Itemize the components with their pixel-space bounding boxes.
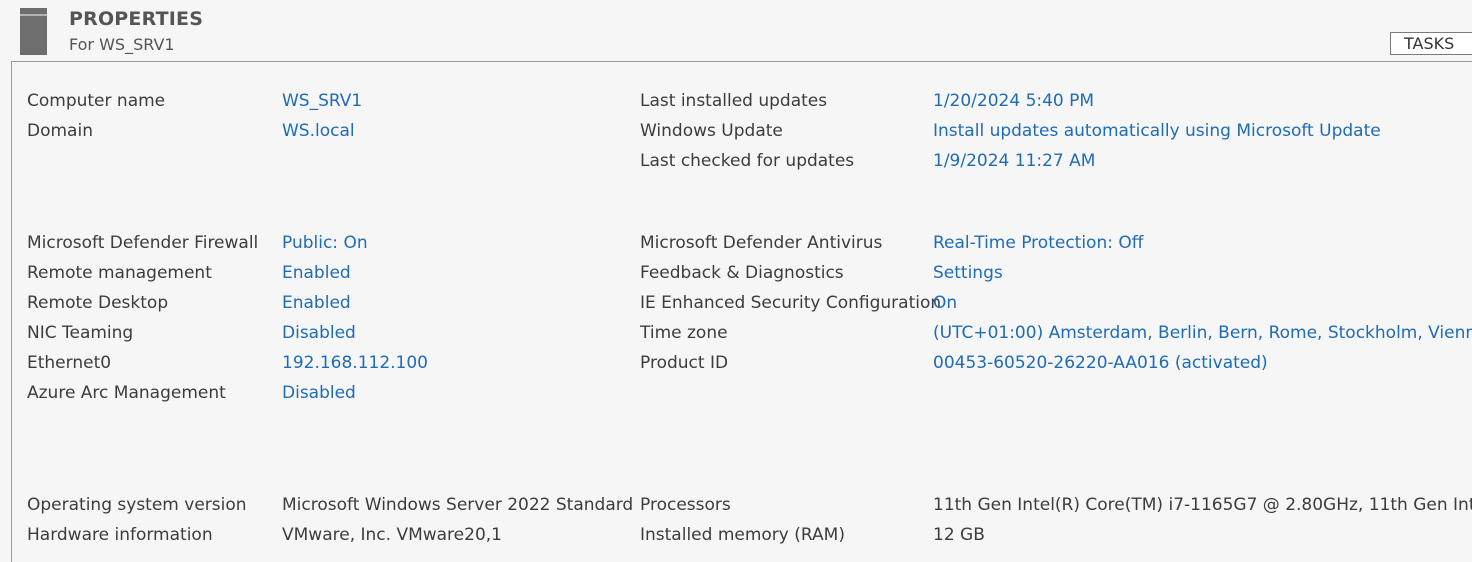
property-label-remote-desktop: Remote Desktop (27, 293, 169, 313)
property-label-remote-management: Remote management (27, 263, 212, 283)
property-label-os-version: Operating system version (27, 495, 247, 515)
property-label-last-installed-updates: Last installed updates (640, 91, 828, 111)
property-label-processors: Processors (640, 495, 731, 515)
property-value-remote-management[interactable]: Enabled (282, 262, 351, 284)
property-value-product-id[interactable]: 00453-60520-26220-AA016 (activated) (933, 352, 1268, 374)
property-label-last-checked-updates: Last checked for updates (640, 151, 855, 171)
property-label-domain: Domain (27, 121, 93, 141)
property-label-windows-update: Windows Update (640, 121, 783, 141)
property-label-computer-name: Computer name (27, 91, 166, 111)
property-value-firewall[interactable]: Public: On (282, 232, 368, 254)
property-label-defender-antivirus: Microsoft Defender Antivirus (640, 233, 883, 253)
property-label-hardware-info: Hardware information (27, 525, 213, 545)
property-value-hardware-info: VMware, Inc. VMware20,1 (282, 525, 502, 545)
property-value-feedback-diagnostics[interactable]: Settings (933, 262, 1003, 284)
property-label-nic-teaming: NIC Teaming (27, 323, 134, 343)
property-label-azure-arc: Azure Arc Management (27, 383, 226, 403)
property-value-computer-name[interactable]: WS_SRV1 (282, 90, 362, 112)
property-label-feedback-diagnostics: Feedback & Diagnostics (640, 263, 844, 283)
tasks-button[interactable]: TASKS (1390, 32, 1472, 55)
property-value-time-zone[interactable]: (UTC+01:00) Amsterdam, Berlin, Bern, Rom… (933, 322, 1472, 344)
property-value-ethernet0[interactable]: 192.168.112.100 (282, 352, 428, 374)
property-label-firewall: Microsoft Defender Firewall (27, 233, 259, 253)
property-label-ie-esc: IE Enhanced Security Configuration (640, 293, 942, 313)
property-value-windows-update[interactable]: Install updates automatically using Micr… (933, 120, 1381, 142)
property-value-last-checked-updates[interactable]: 1/9/2024 11:27 AM (933, 150, 1095, 172)
property-value-domain[interactable]: WS.local (282, 120, 355, 142)
properties-header: PROPERTIES For WS_SRV1 TASKS (0, 0, 1472, 62)
property-value-remote-desktop[interactable]: Enabled (282, 292, 351, 314)
property-value-installed-memory: 12 GB (933, 525, 985, 545)
property-label-product-id: Product ID (640, 353, 729, 373)
property-value-os-version: Microsoft Windows Server 2022 Standard (282, 495, 634, 515)
property-value-azure-arc[interactable]: Disabled (282, 382, 356, 404)
property-value-processors: 11th Gen Intel(R) Core(TM) i7-1165G7 @ 2… (933, 495, 1472, 515)
property-value-nic-teaming[interactable]: Disabled (282, 322, 356, 344)
property-label-ethernet0: Ethernet0 (27, 353, 112, 373)
property-value-ie-esc[interactable]: On (933, 292, 957, 314)
property-label-time-zone: Time zone (640, 323, 728, 343)
page-title: PROPERTIES (69, 8, 204, 30)
server-icon (20, 8, 47, 55)
property-value-defender-antivirus[interactable]: Real-Time Protection: Off (933, 232, 1143, 254)
page-subtitle: For WS_SRV1 (69, 35, 175, 54)
property-value-last-installed-updates[interactable]: 1/20/2024 5:40 PM (933, 90, 1094, 112)
property-label-installed-memory: Installed memory (RAM) (640, 525, 845, 545)
